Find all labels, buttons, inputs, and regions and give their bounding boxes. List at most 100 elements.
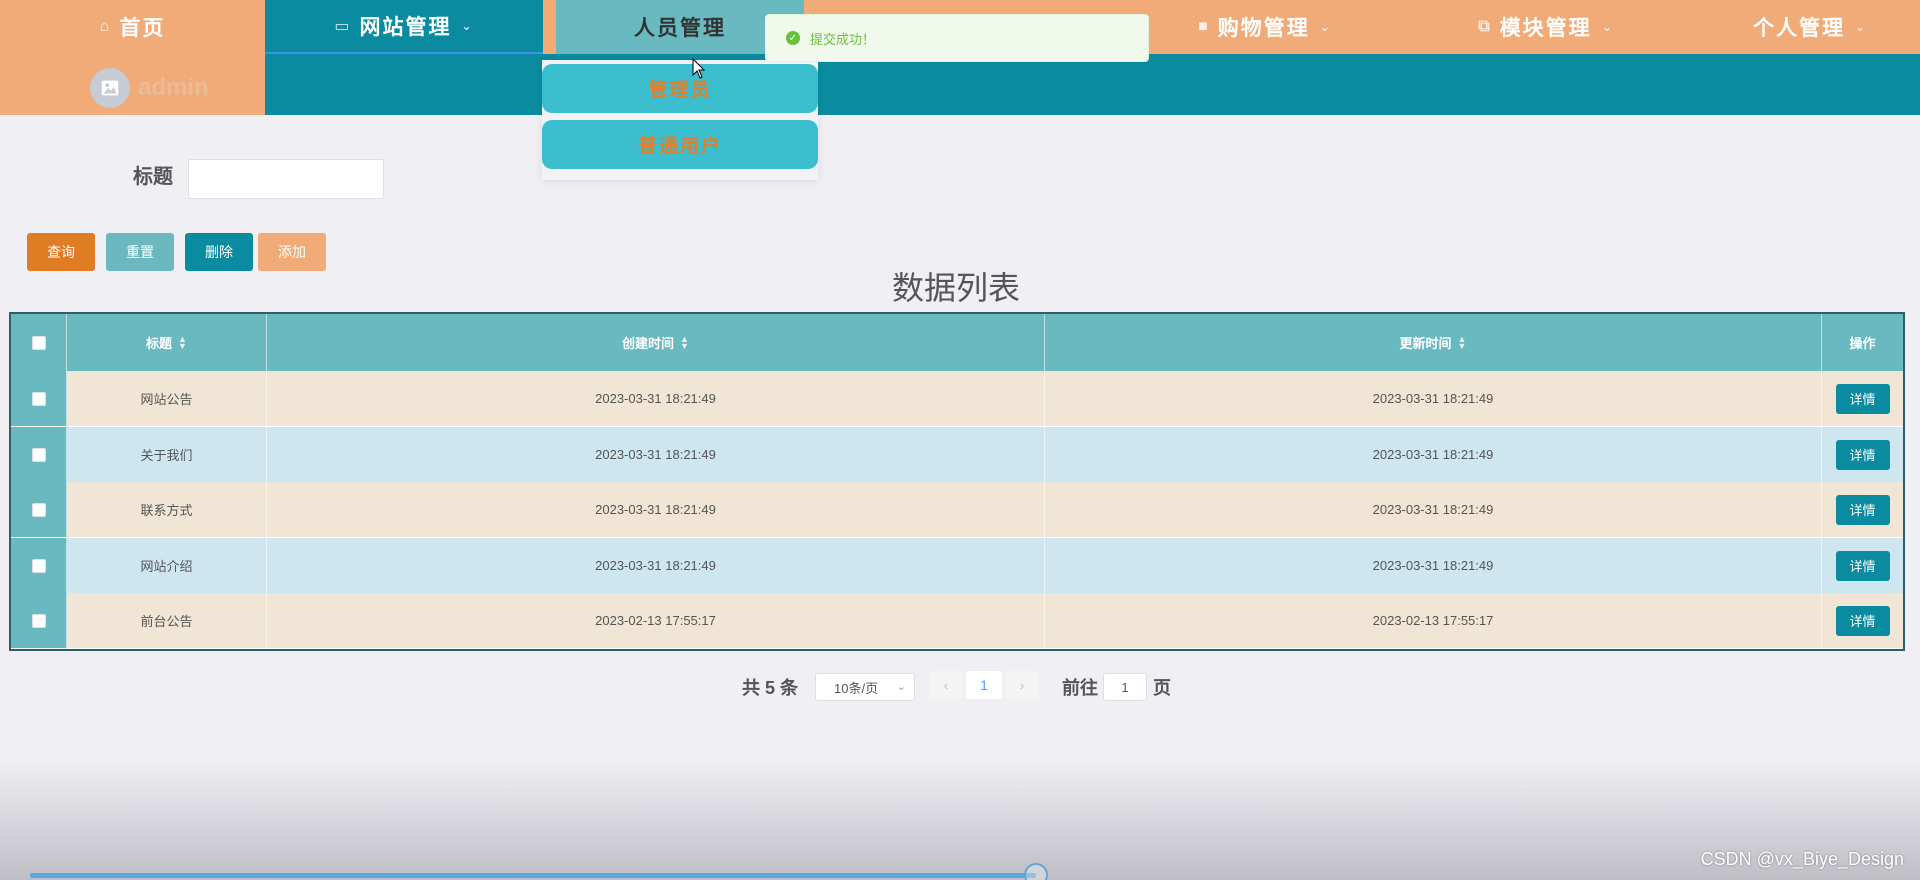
row-checkbox[interactable]	[31, 391, 46, 406]
user-info[interactable]: admin	[90, 68, 209, 108]
page-size-value: 10条/页	[834, 680, 879, 696]
next-page-button[interactable]: ›	[1006, 671, 1038, 699]
cell-title: 关于我们	[67, 427, 267, 482]
select-all-cell	[11, 314, 67, 371]
chevron-down-icon: ⌄	[461, 19, 474, 33]
page-number-current[interactable]: 1	[966, 671, 1002, 699]
shopping-bag-icon: ■	[1198, 18, 1210, 35]
home-icon: ⌂	[99, 18, 112, 35]
chevron-down-icon: ⌄	[1854, 20, 1868, 34]
sort-icon: ▲ ▼	[178, 333, 187, 351]
sort-icon: ▲ ▼	[1457, 333, 1467, 351]
pagination-total: 共 5 条	[742, 678, 799, 698]
goto-page-input[interactable]: 1	[1103, 673, 1147, 701]
data-table: 标题 ▲ ▼ 创建时间 ▲ ▼ 更新时间 ▲ ▼ 操作 网站公告 2023-03-31…	[9, 312, 1905, 651]
column-header-action: 操作	[1822, 314, 1903, 371]
cell-created: 2023-03-31 18:21:49	[267, 371, 1045, 426]
nav-shop-management[interactable]: ■ 购物管理 ⌄	[1140, 0, 1390, 54]
image-icon	[101, 80, 119, 96]
row-checkbox[interactable]	[31, 613, 46, 628]
mouse-cursor-icon	[692, 58, 706, 79]
video-progress-bar[interactable]	[30, 873, 1036, 878]
monitor-icon: ▭	[334, 18, 352, 35]
nav-people-label: 人员管理	[634, 17, 726, 40]
row-select-cell	[11, 593, 67, 648]
row-select-cell	[11, 538, 67, 593]
pagination: 共 5 条 10条/页 ⌄ ‹ 1 › 前往 1 页	[0, 670, 1920, 704]
watermark: CSDN @vx_Biye_Design	[1700, 849, 1904, 869]
chevron-down-icon: ⌄	[1601, 20, 1614, 34]
cell-title: 网站介绍	[67, 538, 267, 593]
row-select-cell	[11, 371, 67, 426]
menu-item-normal-user[interactable]: 普通用户	[542, 120, 818, 169]
search-title-input[interactable]	[188, 159, 384, 199]
row-checkbox[interactable]	[31, 558, 46, 573]
nav-site-management[interactable]: ▭ 网站管理 ⌄	[265, 0, 543, 54]
column-header-label: 操作	[1849, 336, 1876, 351]
detail-button[interactable]: 详情	[1835, 383, 1890, 414]
cell-action: 详情	[1822, 427, 1903, 482]
chevron-down-icon: ⌄	[896, 681, 906, 693]
sort-icon: ▲ ▼	[680, 333, 689, 351]
detail-button[interactable]: 详情	[1835, 494, 1890, 525]
cell-updated: 2023-03-31 18:21:49	[1045, 538, 1822, 593]
toast-message: 提交成功！	[810, 31, 876, 47]
nav-personal-management[interactable]: 个人管理 ⌄	[1700, 0, 1920, 54]
nav-home-label: 首页	[119, 17, 166, 40]
cell-created: 2023-03-31 18:21:49	[267, 482, 1045, 537]
row-checkbox[interactable]	[31, 447, 46, 462]
cell-created: 2023-03-31 18:21:49	[267, 538, 1045, 593]
video-progress-handle[interactable]	[1024, 863, 1048, 880]
column-header-created[interactable]: 创建时间 ▲ ▼	[267, 314, 1045, 371]
detail-button[interactable]: 详情	[1835, 550, 1890, 581]
check-circle-icon: ✓	[786, 31, 800, 45]
column-header-label: 更新时间	[1399, 336, 1452, 351]
nav-home[interactable]: ⌂ 首页	[0, 0, 265, 54]
goto-unit-label: 页	[1153, 678, 1171, 698]
row-checkbox[interactable]	[31, 502, 46, 517]
cell-updated: 2023-02-13 17:55:17	[1045, 593, 1822, 648]
cell-updated: 2023-03-31 18:21:49	[1045, 482, 1822, 537]
success-toast: ✓ 提交成功！	[765, 14, 1149, 62]
cell-action: 详情	[1822, 593, 1903, 648]
column-header-label: 标题	[146, 336, 173, 351]
page-title: 数据列表	[891, 270, 1020, 306]
goto-label: 前往	[1062, 678, 1098, 698]
column-header-label: 创建时间	[622, 336, 675, 351]
video-overlay-shade	[0, 760, 1920, 880]
table-row: 网站公告 2023-03-31 18:21:49 2023-03-31 18:2…	[11, 371, 1903, 426]
cell-title: 联系方式	[67, 482, 267, 537]
table-header: 标题 ▲ ▼ 创建时间 ▲ ▼ 更新时间 ▲ ▼ 操作	[11, 314, 1903, 371]
cell-action: 详情	[1822, 482, 1903, 537]
cell-updated: 2023-03-31 18:21:49	[1045, 371, 1822, 426]
nav-personal-label: 个人管理	[1752, 17, 1845, 40]
nav-shop-label: 购物管理	[1217, 17, 1310, 40]
detail-button[interactable]: 详情	[1835, 439, 1890, 470]
row-select-cell	[11, 427, 67, 482]
chevron-down-icon: ⌄	[1319, 20, 1332, 34]
cell-created: 2023-02-13 17:55:17	[267, 593, 1045, 648]
column-header-updated[interactable]: 更新时间 ▲ ▼	[1045, 314, 1822, 371]
cell-created: 2023-03-31 18:21:49	[267, 427, 1045, 482]
select-all-checkbox[interactable]	[31, 335, 46, 350]
people-dropdown-menu: 管理员 普通用户	[542, 60, 818, 180]
column-header-title[interactable]: 标题 ▲ ▼	[67, 314, 267, 371]
copy-icon: ⧉	[1478, 18, 1492, 35]
table-row: 关于我们 2023-03-31 18:21:49 2023-03-31 18:2…	[11, 427, 1903, 482]
table-row: 前台公告 2023-02-13 17:55:17 2023-02-13 17:5…	[11, 593, 1903, 648]
prev-page-button[interactable]: ‹	[930, 671, 962, 699]
detail-button[interactable]: 详情	[1835, 605, 1890, 636]
menu-item-admin[interactable]: 管理员	[542, 64, 818, 113]
nav-second-row	[0, 54, 1920, 115]
table-row: 联系方式 2023-03-31 18:21:49 2023-03-31 18:2…	[11, 482, 1903, 537]
cell-updated: 2023-03-31 18:21:49	[1045, 427, 1822, 482]
cell-title: 网站公告	[67, 371, 267, 426]
table-row: 网站介绍 2023-03-31 18:21:49 2023-03-31 18:2…	[11, 538, 1903, 593]
nav-module-management[interactable]: ⧉ 模块管理 ⌄	[1416, 0, 1676, 54]
nav-module-label: 模块管理	[1499, 17, 1592, 40]
avatar	[90, 68, 130, 108]
page-size-select[interactable]: 10条/页 ⌄	[815, 673, 915, 701]
row-select-cell	[11, 482, 67, 537]
search-title-label: 标题	[133, 166, 173, 188]
username: admin	[138, 74, 209, 101]
